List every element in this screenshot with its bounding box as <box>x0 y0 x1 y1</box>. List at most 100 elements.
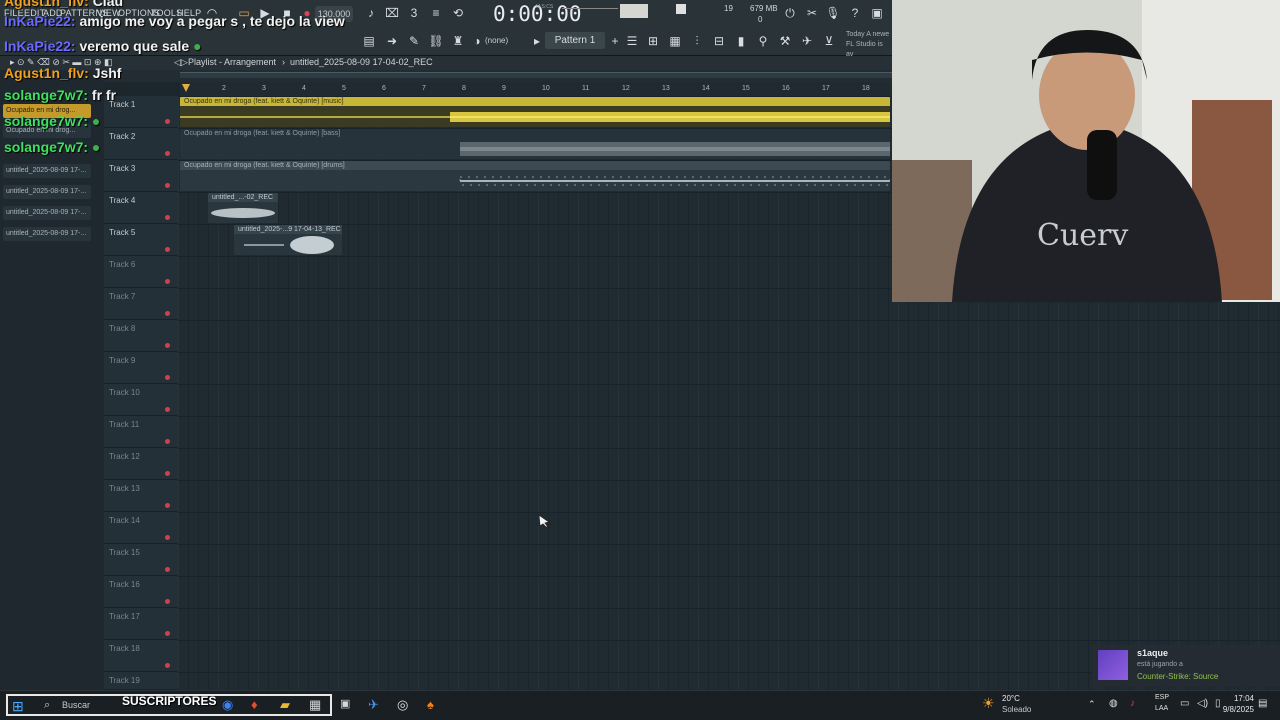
audio-clip-bass[interactable]: Ocupado en mi droga (feat. kiett & Oquin… <box>180 129 890 159</box>
track-mute-dot[interactable] <box>165 471 170 476</box>
project-icon[interactable]: ▮ <box>732 32 750 50</box>
mixer-icon[interactable]: ⫶ <box>688 32 706 50</box>
save-icon[interactable]: ▣ <box>868 4 886 22</box>
track-mute-dot[interactable] <box>165 311 170 316</box>
track-mute-dot[interactable] <box>165 279 170 284</box>
undo-history-icon[interactable]: ⏻ <box>781 4 799 22</box>
playlist-arrow-icon[interactable]: ◁▷ <box>174 57 188 68</box>
track-mute-dot[interactable] <box>165 215 170 220</box>
microphone-muted-icon[interactable]: ♪ <box>1130 698 1135 709</box>
track-mute-dot[interactable] <box>165 631 170 636</box>
track-mute-dot[interactable] <box>165 599 170 604</box>
track-header[interactable]: Track 8 <box>104 320 178 352</box>
browser-item[interactable]: untitled_2025-08-09 17-... <box>3 206 91 220</box>
track-mute-dot[interactable] <box>165 503 170 508</box>
eagle-icon[interactable]: ✈ <box>798 32 816 50</box>
track-mute-dot[interactable] <box>165 663 170 668</box>
audio-clip-rec2[interactable]: untitled_2025-...9 17-04-13_REC <box>234 225 342 255</box>
track-header[interactable]: Track 2 <box>104 128 178 160</box>
audio-clip-rec1[interactable]: untitled_...-02_REC <box>208 193 278 223</box>
language-code[interactable]: ESP <box>1155 694 1169 701</box>
track-header[interactable]: Track 11 <box>104 416 178 448</box>
piano-roll-icon[interactable]: ⊞ <box>644 32 662 50</box>
track-header[interactable]: Track 18 <box>104 640 178 672</box>
tray-chevron-icon[interactable]: ⌃ <box>1088 699 1096 710</box>
keyboard-icon[interactable]: ▤ <box>360 32 378 50</box>
track-mute-dot[interactable] <box>165 119 170 124</box>
step-edit-icon[interactable]: ≡ <box>427 4 445 22</box>
track-header[interactable]: Track 7 <box>104 288 178 320</box>
track-mute-dot[interactable] <box>165 343 170 348</box>
track-mute-dot[interactable] <box>165 247 170 252</box>
snap-icon[interactable]: ◑ <box>468 32 486 50</box>
steam-icon[interactable]: ✈ <box>368 697 379 713</box>
playhead-marker[interactable] <box>182 84 190 92</box>
notifications-icon[interactable]: ▤ <box>1258 698 1267 709</box>
brave-icon[interactable]: ♦ <box>251 697 258 712</box>
track-mute-dot[interactable] <box>165 151 170 156</box>
metronome-icon[interactable]: ♪ <box>362 4 380 22</box>
cart-icon[interactable]: ⊻ <box>820 32 838 50</box>
obs-icon[interactable]: ◎ <box>397 697 408 713</box>
wait-input-icon[interactable]: ⌧ <box>383 4 401 22</box>
track-header[interactable]: Track 5 <box>104 224 178 256</box>
timeline-ruler[interactable]: 2 3 4 5 6 7 8 9 10 11 12 13 14 15 16 17 … <box>180 82 892 96</box>
clock-date[interactable]: 9/8/2025 <box>1216 705 1254 714</box>
link-icon[interactable]: ⛓ <box>427 32 445 50</box>
arrow-right-icon[interactable]: ➜ <box>383 32 401 50</box>
track-header[interactable]: Track 6 <box>104 256 178 288</box>
track-mute-dot[interactable] <box>165 439 170 444</box>
file-explorer-icon[interactable]: ▰ <box>280 697 290 713</box>
search-icon[interactable]: ⌕ <box>44 699 50 712</box>
fl-studio-icon[interactable]: ♠ <box>427 697 434 712</box>
chrome-icon[interactable]: ◉ <box>222 697 233 713</box>
clock-time[interactable]: 17:04 <box>1230 694 1254 703</box>
track-header[interactable]: Track 14 <box>104 512 178 544</box>
browser-icon[interactable]: ⊟ <box>710 32 728 50</box>
tool-icon[interactable]: ⚒ <box>776 32 794 50</box>
weather-icon[interactable]: ☀ <box>982 695 995 712</box>
loop-record-icon[interactable]: ⟲ <box>449 4 467 22</box>
audio-clip-music[interactable]: Ocupado en mi droga (feat. kiett & Oquin… <box>180 97 890 127</box>
add-pattern-icon[interactable]: + <box>606 32 624 50</box>
audio-clip-drums[interactable]: Ocupado en mi droga (feat. kiett & Oquin… <box>180 161 890 191</box>
network-icon[interactable]: ▭ <box>1180 698 1189 709</box>
pattern-selector[interactable]: Pattern 1 <box>545 32 605 49</box>
playlist-icon[interactable]: ☰ <box>623 32 641 50</box>
track-mute-dot[interactable] <box>165 407 170 412</box>
master-volume-slider[interactable] <box>562 8 618 16</box>
track-mute-dot[interactable] <box>165 183 170 188</box>
snap-selector[interactable]: (none) <box>485 36 508 45</box>
plugin-icon[interactable]: ⚲ <box>754 32 772 50</box>
track-header[interactable]: Track 13 <box>104 480 178 512</box>
browser-item[interactable]: untitled_2025-08-09 17-... <box>3 227 91 241</box>
track-mute-dot[interactable] <box>165 375 170 380</box>
track-header[interactable]: Track 4 <box>104 192 178 224</box>
track-mute-dot[interactable] <box>165 535 170 540</box>
countdown-icon[interactable]: 3 <box>405 4 423 22</box>
track-header[interactable]: Track 19 <box>104 672 178 690</box>
track-mute-dot[interactable] <box>165 567 170 572</box>
track-header[interactable]: Track 10 <box>104 384 178 416</box>
browser-item[interactable]: untitled_2025-08-09 17-... <box>3 164 91 178</box>
pencil-icon[interactable]: ✎ <box>405 32 423 50</box>
taskbar-search[interactable]: Buscar <box>62 700 90 710</box>
pattern-arrow-icon[interactable]: ▸ <box>528 32 546 50</box>
track-header[interactable]: Track 16 <box>104 576 178 608</box>
microphone-icon[interactable]: 🎙 <box>824 4 842 22</box>
browser-item[interactable]: untitled_2025-08-09 17-... <box>3 185 91 199</box>
track-header[interactable]: Track 3 <box>104 160 178 192</box>
track-header[interactable]: Track 12 <box>104 448 178 480</box>
app-icon[interactable]: ▦ <box>309 697 321 713</box>
scissors-icon[interactable]: ✂ <box>803 4 821 22</box>
epic-games-icon[interactable]: ▣ <box>340 697 350 710</box>
track-header[interactable]: Track 17 <box>104 608 178 640</box>
help-icon[interactable]: ? <box>846 4 864 22</box>
stamp-icon[interactable]: ♜ <box>449 32 467 50</box>
track-header[interactable]: Track 15 <box>104 544 178 576</box>
playlist-scrollbar[interactable] <box>180 72 892 78</box>
volume-icon[interactable]: ◁) <box>1197 698 1208 709</box>
windows-start-icon[interactable]: ⊞ <box>12 698 24 715</box>
track-header[interactable]: Track 9 <box>104 352 178 384</box>
keyboard-layout[interactable]: LAA <box>1155 705 1168 712</box>
